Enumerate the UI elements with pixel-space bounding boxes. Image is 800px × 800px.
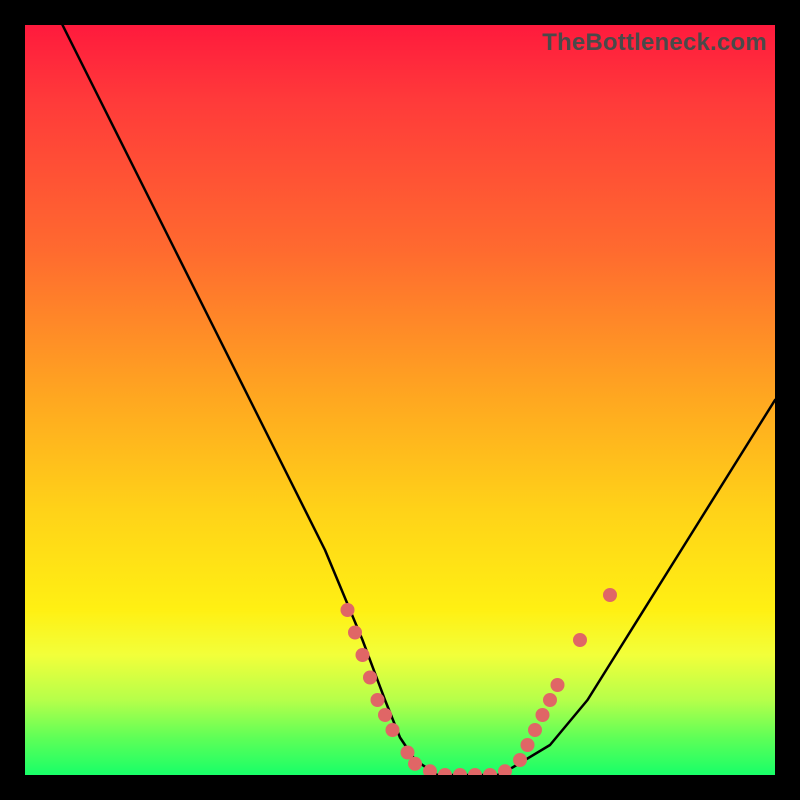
data-point-marker (378, 708, 392, 722)
data-point-marker (603, 588, 617, 602)
data-point-marker (348, 626, 362, 640)
bottleneck-curve (63, 25, 776, 775)
data-point-marker (438, 768, 452, 775)
data-point-marker (341, 603, 355, 617)
data-point-marker (528, 723, 542, 737)
data-point-marker (371, 693, 385, 707)
data-point-marker (386, 723, 400, 737)
data-point-marker (483, 768, 497, 775)
data-point-marker (573, 633, 587, 647)
data-point-marker (498, 764, 512, 775)
data-point-marker (543, 693, 557, 707)
chart-frame: TheBottleneck.com (0, 0, 800, 800)
data-point-marker (408, 757, 422, 771)
data-point-marker (468, 768, 482, 775)
data-point-marker (521, 738, 535, 752)
data-point-marker (453, 768, 467, 775)
curve-svg (25, 25, 775, 775)
data-point-marker (363, 671, 377, 685)
data-point-marker (513, 753, 527, 767)
data-point-marker (551, 678, 565, 692)
data-point-marker (356, 648, 370, 662)
plot-area: TheBottleneck.com (25, 25, 775, 775)
data-point-marker (536, 708, 550, 722)
